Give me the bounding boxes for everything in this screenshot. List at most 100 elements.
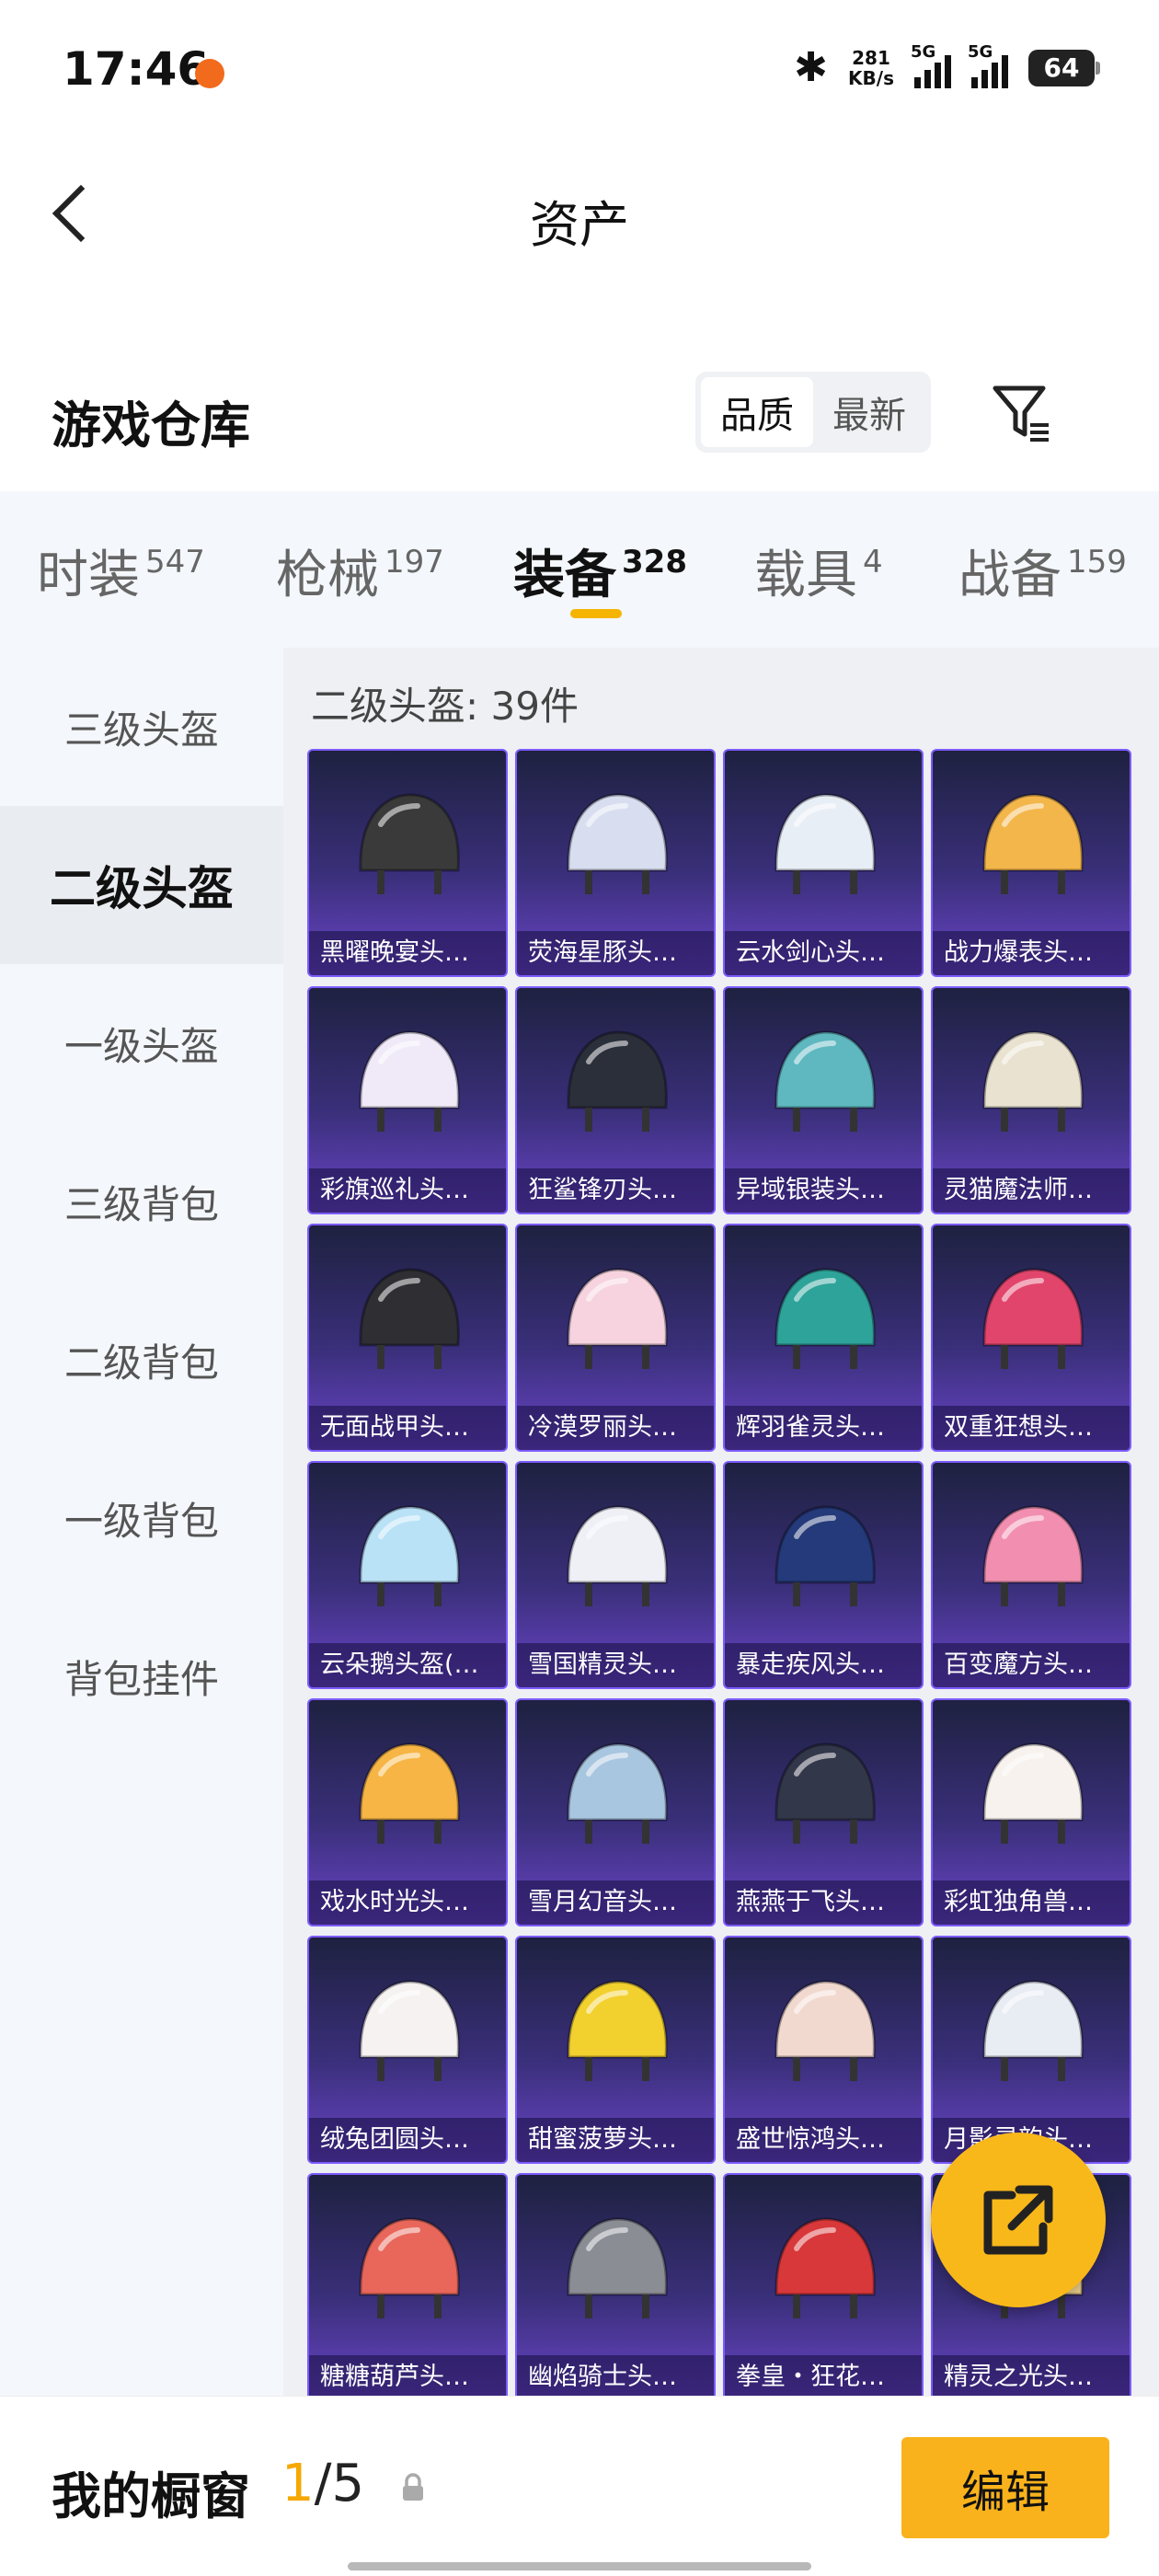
item-card[interactable]: 彩虹独角兽… [931,1698,1131,1926]
item-card[interactable]: 云水剑心头… [723,749,924,977]
helmet-icon [775,1742,876,1844]
sidebar-item-lvl3-helmet[interactable]: 三级头盔 [0,648,283,806]
item-card[interactable]: 雪国精灵头… [515,1461,716,1689]
item-card[interactable]: 战力爆表头… [931,749,1131,977]
showcase-total: 5 [331,2454,365,2513]
signal-icon: 5G [911,42,951,88]
item-count-label: 二级头盔: 39件 [311,684,579,729]
tab-vehicles[interactable]: 载具 4 [754,534,883,608]
helmet-icon [567,1980,668,2081]
sidebar-item-lvl2-backpack[interactable]: 二级背包 [0,1281,283,1439]
edit-button[interactable]: 编辑 [901,2437,1109,2538]
item-card[interactable]: 雪月幻音头… [515,1698,716,1926]
item-name: 暴走疾风头… [725,1643,922,1687]
item-card[interactable]: 灵猫魔法师… [931,986,1131,1214]
sort-newest-button[interactable]: 最新 [813,377,925,447]
item-name: 甜蜜菠萝头… [517,2118,714,2162]
item-card[interactable]: 无面战甲头… [307,1224,508,1452]
item-card[interactable]: 双重狂想头… [931,1224,1131,1452]
net-speed-unit: KB/s [848,66,894,89]
share-external-icon[interactable] [931,2133,1106,2307]
item-card[interactable]: 云朵鹅头盔(… [307,1461,508,1689]
item-name: 冷漠罗丽头… [517,1406,714,1450]
item-card[interactable]: 荧海星豚头… [515,749,716,977]
sidebar-item-lvl1-backpack[interactable]: 一级背包 [0,1439,283,1597]
helmet-icon [775,1030,876,1132]
sim2-label: 5G [968,41,993,62]
item-name: 幽焰骑士头… [517,2355,714,2399]
sort-quality-button[interactable]: 品质 [701,377,813,447]
item-name: 云水剑心头… [725,931,922,975]
item-card[interactable]: 甜蜜菠萝头… [515,1936,716,2164]
sidebar-item-lvl2-helmet[interactable]: 二级头盔 [0,806,283,964]
showcase-bar: 我的橱窗 1/5 编辑 [0,2396,1159,2576]
helmet-icon [982,793,1084,894]
item-name: 辉羽雀灵头… [725,1406,922,1450]
showcase-title: 我的橱窗 [52,2467,250,2525]
tab-label: 枪械 [276,546,379,605]
item-card[interactable]: 暴走疾风头… [723,1461,924,1689]
item-name: 云朵鹅头盔(… [309,1643,506,1687]
item-card[interactable]: 月影灵韵头… [931,1936,1131,2164]
tab-fashion[interactable]: 时装 547 [37,534,205,608]
item-card[interactable]: 戏水时光头… [307,1698,508,1926]
item-card[interactable]: 绒兔团圆头… [307,1936,508,2164]
helmet-icon [775,1505,876,1606]
net-speed: 281 KB/s [848,48,894,88]
item-card[interactable]: 异域银装头… [723,986,924,1214]
item-card[interactable]: 拳皇・狂花… [723,2173,924,2401]
sidebar-item-backpack-charm[interactable]: 背包挂件 [0,1597,283,1755]
helmet-icon [359,2217,460,2318]
helmet-icon [982,1030,1084,1132]
item-name: 异域银装头… [725,1168,922,1213]
tab-count: 4 [863,544,883,581]
item-name: 戏水时光头… [309,1880,506,1925]
net-speed-value: 281 [852,46,890,69]
helmet-icon [359,1980,460,2081]
helmet-icon [567,2217,668,2318]
item-card[interactable]: 燕燕于飞头… [723,1698,924,1926]
status-right: ✱ 281 KB/s 5G 5G 64 [794,42,1100,91]
item-card[interactable]: 黑曜晚宴头… [307,749,508,977]
tab-count: 159 [1067,544,1127,581]
helmet-icon [567,1030,668,1132]
item-card[interactable]: 冷漠罗丽头… [515,1224,716,1452]
item-name: 绒兔团圆头… [309,2118,506,2162]
tab-label: 时装 [37,546,140,605]
item-name: 荧海星豚头… [517,931,714,975]
tab-supplies[interactable]: 战备 159 [958,534,1127,608]
item-name: 燕燕于飞头… [725,1880,922,1925]
tab-count: 197 [384,544,444,581]
item-name: 雪国精灵头… [517,1643,714,1687]
lock-icon [397,2472,429,2503]
sidebar-item-lvl3-backpack[interactable]: 三级背包 [0,1122,283,1281]
item-name: 糖糖葫芦头… [309,2355,506,2399]
item-name: 双重狂想头… [933,1406,1130,1450]
tab-equipment[interactable]: 装备 328 [513,534,687,608]
home-indicator[interactable] [348,2562,811,2570]
tab-label: 战备 [958,546,1061,605]
helmet-icon [359,1268,460,1369]
item-card[interactable]: 辉羽雀灵头… [723,1224,924,1452]
item-card[interactable]: 幽焰骑士头… [515,2173,716,2401]
helmet-icon [982,1980,1084,2081]
filter-icon[interactable] [990,381,1054,445]
signal-icon-2: 5G [968,42,1008,88]
tab-label: 载具 [754,546,857,605]
sidebar-item-lvl1-helmet[interactable]: 一级头盔 [0,964,283,1122]
helmet-icon [359,793,460,894]
item-card[interactable]: 百变魔方头… [931,1461,1131,1689]
helmet-icon [359,1742,460,1844]
item-name: 精灵之光头… [933,2355,1130,2399]
item-card[interactable]: 盛世惊鸿头… [723,1936,924,2164]
item-name: 战力爆表头… [933,931,1130,975]
tab-count: 547 [145,544,205,581]
helmet-icon [982,1268,1084,1369]
item-card[interactable]: 糖糖葫芦头… [307,2173,508,2401]
item-name: 雪月幻音头… [517,1880,714,1925]
item-card[interactable]: 狂鲨锋刃头… [515,986,716,1214]
tab-guns[interactable]: 枪械 197 [276,534,444,608]
bluetooth-icon: ✱ [794,44,829,91]
item-card[interactable]: 彩旗巡礼头… [307,986,508,1214]
helmet-icon [982,1742,1084,1844]
